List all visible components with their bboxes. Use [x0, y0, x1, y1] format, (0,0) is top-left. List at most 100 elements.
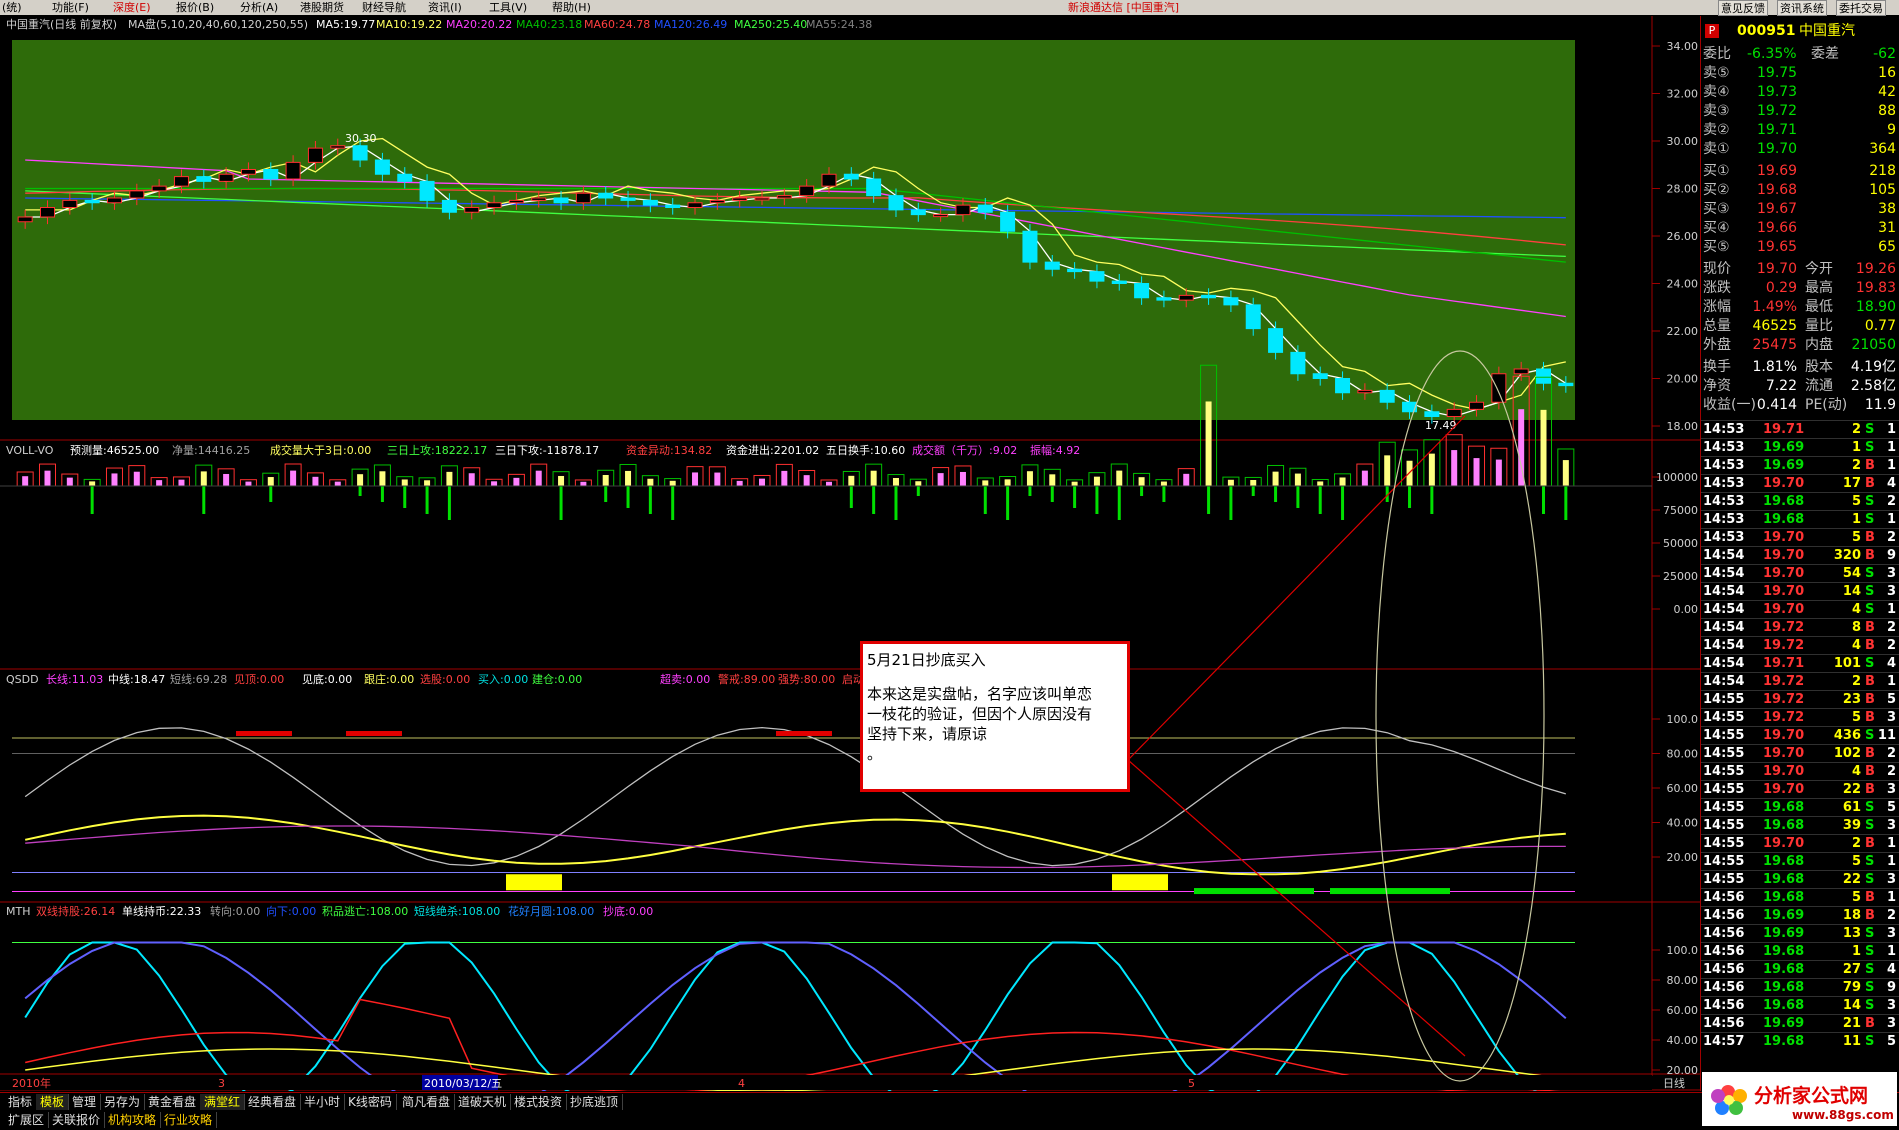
bid-volume: 218 [1869, 163, 1896, 179]
stat-value: 1.49% [1752, 299, 1797, 315]
volume-inner [625, 470, 632, 486]
bottom-tab[interactable]: 另存为 [100, 1094, 146, 1110]
candle-body [397, 173, 413, 182]
stat2-label: 股本 [1805, 359, 1833, 375]
bottom-toolbar: 指标 模板 管理 另存为 黄金看盘 满堂红 经典看盘 半小时 K线密码 简凡看盘 道破天机 楼式投资抄… [0, 1092, 1899, 1130]
menu-item-tools[interactable]: 工具(V) [489, 0, 527, 15]
voll-amp: 振幅:4.92 [1030, 443, 1080, 457]
candle-body [1022, 230, 1038, 263]
stat-value: 21050 [1851, 337, 1896, 353]
mth-dual: 双线持股:26.14 [36, 904, 115, 918]
stat-label: 量比 [1805, 318, 1833, 334]
tick-time: 14:56 [1703, 926, 1745, 941]
menu-item-analysis[interactable]: 分析(A) [240, 0, 278, 15]
menu-item-hk-futures[interactable]: 港股期货 [300, 0, 344, 15]
candle-body [1223, 297, 1239, 306]
bottom-tab[interactable]: 半小时 [300, 1094, 346, 1110]
tick-time: 14:55 [1703, 710, 1745, 725]
ma5-label: MA5:19.77 [316, 18, 375, 31]
bottom-tab[interactable]: 指标 [4, 1094, 38, 1110]
tick-side: B [1865, 710, 1875, 725]
p-icon: P [1705, 24, 1719, 38]
tick-time: 14:54 [1703, 674, 1745, 689]
tick-volume: 11 [1842, 1034, 1861, 1049]
stat2-value: 4.19亿 [1850, 359, 1896, 375]
bottom-tab[interactable]: 黄金看盘 [144, 1094, 202, 1110]
axis-label: 40.00 [1667, 817, 1699, 830]
tick-side: B [1865, 746, 1875, 761]
tick-time: 14:55 [1703, 854, 1745, 869]
bottom-tab[interactable]: 满堂红 [200, 1094, 246, 1110]
bid-price: 19.67 [1757, 201, 1798, 217]
menu-item-system[interactable]: (统) [2, 0, 22, 15]
tick-price: 19.68 [1763, 1034, 1805, 1049]
menu-item-depth[interactable]: 深度(E) [113, 0, 151, 15]
bid-row: 买① 19.69 218 [1701, 162, 1899, 181]
bottom-tab[interactable]: 道破天机 [454, 1094, 512, 1110]
tick-side: B [1865, 692, 1875, 707]
tick-side: B [1865, 548, 1875, 563]
qsdd-follow: 跟庄:0.00 [364, 672, 414, 686]
candle-body [464, 207, 480, 213]
chart-svg[interactable]: 中国重汽(日线 前复权) MA盘(5,10,20,40,60,120,250,5… [0, 16, 1700, 1105]
axis-label: 60.00 [1667, 782, 1699, 795]
ask-row: 卖② 19.71 9 [1701, 121, 1899, 140]
volume-inner [1451, 450, 1458, 486]
period-label[interactable]: 日线 [1663, 1076, 1685, 1090]
tick-price: 19.70 [1763, 602, 1805, 617]
stat-label: 今开 [1805, 261, 1833, 277]
tick-volume: 101 [1833, 656, 1861, 671]
bottom-tab-secondary[interactable]: 机构攻略 [104, 1112, 162, 1128]
tick-volume: 4 [1851, 764, 1861, 779]
volume-inner [1183, 473, 1190, 486]
tick-time: 14:56 [1703, 1016, 1745, 1031]
info-system-button[interactable]: 资讯系统 [1777, 0, 1827, 16]
chart-area[interactable]: 中国重汽(日线 前复权) MA盘(5,10,20,40,60,120,250,5… [0, 16, 1899, 1105]
qsdd-alert: 警戒:89.00 [718, 672, 775, 686]
ask-label: 卖④ [1703, 84, 1730, 100]
bottom-tab-secondary[interactable]: 行业攻略 [160, 1112, 218, 1128]
qsdd-buy: 买入:0.00 [478, 673, 528, 686]
tick-price: 19.70 [1763, 566, 1805, 581]
menu-item-function[interactable]: 功能(F) [52, 0, 89, 15]
bottom-tab-secondary[interactable]: 关联报价 [48, 1112, 106, 1128]
tick-time: 14:53 [1703, 422, 1745, 437]
menu-item-quote[interactable]: 报价(B) [176, 0, 214, 15]
volume-inner [915, 481, 922, 486]
mth-short-kill: 短线绝杀:108.00 [414, 904, 500, 918]
menu-item-help[interactable]: 帮助(H) [552, 0, 591, 15]
candle-body [352, 145, 368, 161]
voll-down3d: 三日下攻:-11878.17 [495, 443, 599, 457]
stat-label: 内盘 [1805, 337, 1833, 353]
bottom-tab-secondary[interactable]: 扩展区 [4, 1112, 50, 1128]
qsdd-name: QSDD [6, 673, 39, 686]
menu-item-finance-nav[interactable]: 财经导航 [362, 0, 406, 15]
tick-row: 14:56 19.69 21 B 3 [1701, 1014, 1899, 1033]
menu-item-news[interactable]: 资讯(I) [428, 0, 462, 15]
ma-label: MA盘(5,10,20,40,60,120,250,55) [128, 17, 308, 31]
bottom-tab[interactable]: 楼式投资 [510, 1094, 568, 1110]
bottom-tab[interactable]: 简凡看盘 [398, 1094, 456, 1110]
tick-volume: 39 [1842, 818, 1861, 833]
bottom-tab[interactable]: 管理 [68, 1094, 102, 1110]
time-label-may: 5 [1188, 1077, 1195, 1090]
tick-row: 14:57 19.68 11 S 5 [1701, 1032, 1899, 1051]
tick-volume: 22 [1842, 872, 1861, 887]
tick-count: 2 [1886, 494, 1896, 509]
volume-inner [759, 478, 766, 486]
annotation-callout[interactable]: 5月21日抄底买入 本来这是实盘帖，名字应该叫单恋 一枝花的验证，但因个人原因没… [860, 641, 1130, 792]
bottom-tab[interactable]: 模板 [36, 1094, 70, 1110]
ask-price: 19.71 [1757, 122, 1798, 138]
trade-button[interactable]: 委托交易 [1836, 0, 1886, 16]
feedback-button[interactable]: 意见反馈 [1718, 0, 1768, 16]
candle-body [910, 209, 926, 216]
bottom-tab[interactable]: K线密码 [344, 1094, 397, 1110]
tick-count: 3 [1886, 818, 1896, 833]
bottom-tab[interactable]: 抄底逃顶 [566, 1094, 624, 1110]
tick-side: B [1865, 674, 1875, 689]
bottom-tab[interactable]: 经典看盘 [244, 1094, 302, 1110]
qsdd-build: 建仓:0.00 [532, 672, 582, 686]
tick-row: 14:55 19.68 61 S 5 [1701, 798, 1899, 817]
axis-label: 32.00 [1667, 88, 1699, 101]
candle-body [1089, 271, 1105, 282]
